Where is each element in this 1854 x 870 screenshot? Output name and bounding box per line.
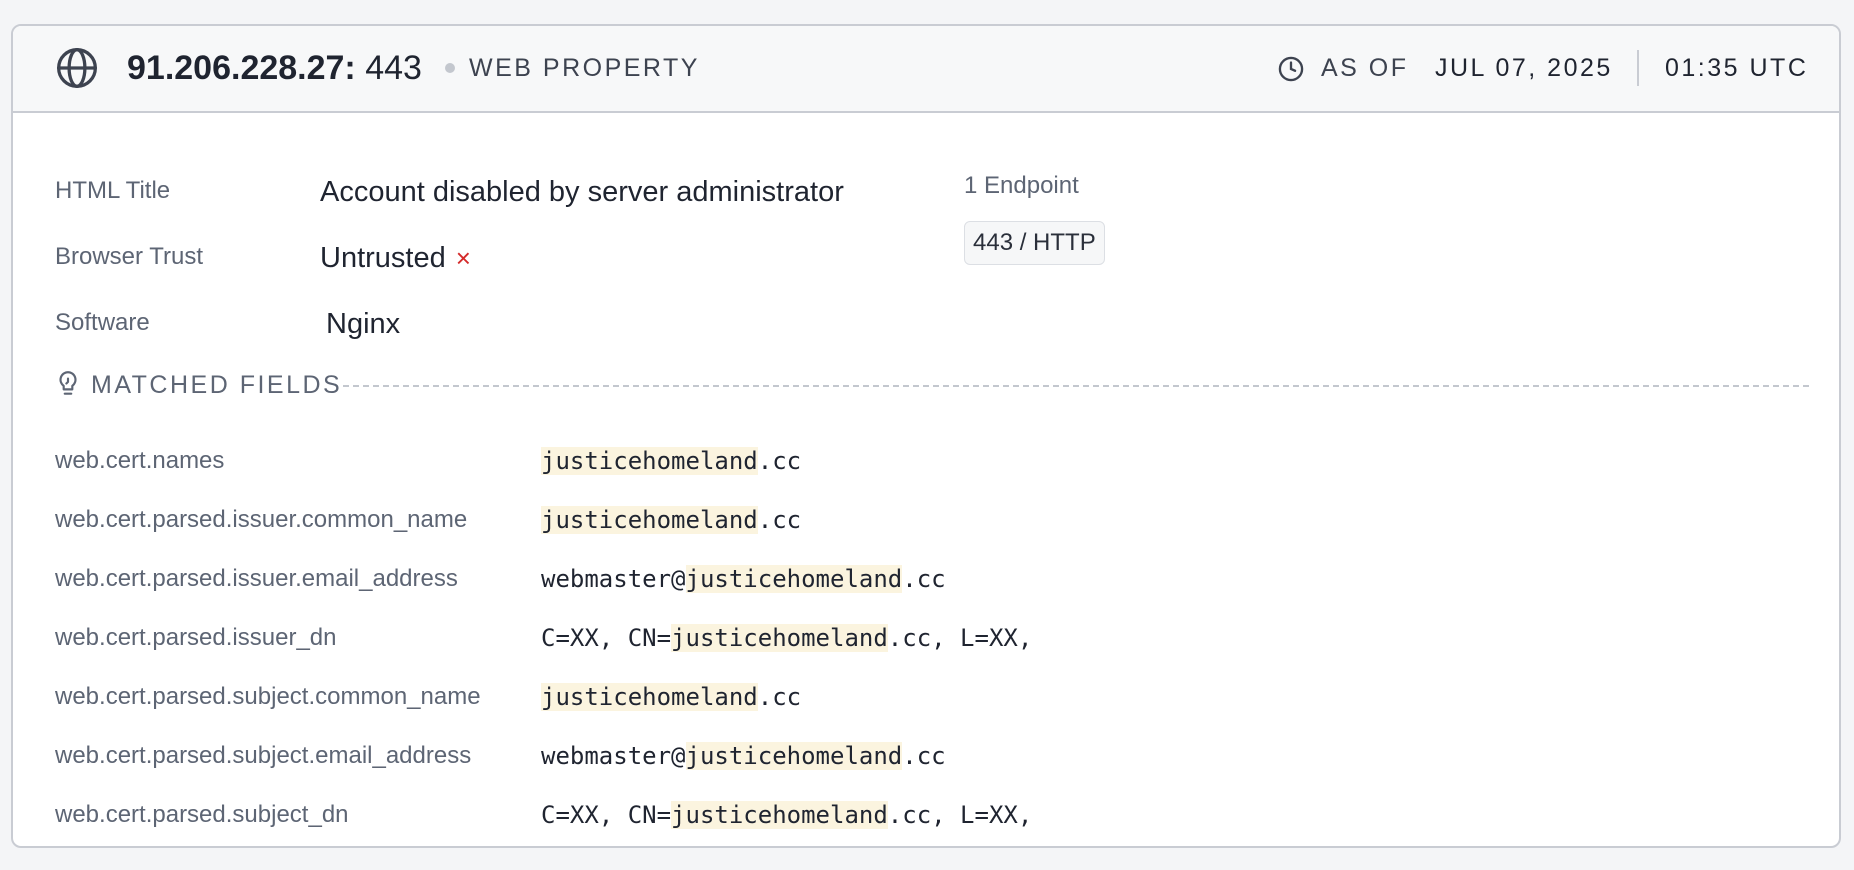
field-value-suffix: .cc	[757, 683, 802, 711]
field-value[interactable]: webmaster@justicehomeland.cc	[541, 741, 946, 771]
field-value[interactable]: justicehomeland.cc	[541, 682, 801, 712]
field-value-suffix: .cc, L=XX,	[887, 801, 1033, 829]
field-key: web.cert.names	[55, 447, 225, 474]
field-value-prefix: webmaster@	[541, 742, 686, 770]
untrusted-x-icon: ×	[455, 243, 471, 273]
field-value[interactable]: justicehomeland.cc	[541, 505, 801, 535]
field-value-highlight: justicehomeland	[541, 683, 758, 711]
field-value-highlight: justicehomeland	[671, 801, 888, 829]
field-value[interactable]: C=XX, CN=justicehomeland.cc, L=XX,	[541, 623, 1032, 653]
field-key: web.cert.parsed.subject.email_address	[55, 742, 472, 769]
field-value[interactable]: webmaster@justicehomeland.cc	[541, 564, 946, 594]
field-value-highlight: justicehomeland	[541, 506, 758, 534]
field-key: web.cert.parsed.subject_dn	[55, 801, 349, 828]
matched-fields-title: MATCHED FIELDS	[91, 371, 343, 399]
endpoints-count: 1 Endpoint	[964, 172, 1079, 199]
field-value-prefix: C=XX, CN=	[541, 801, 672, 829]
host-address[interactable]: 91.206.228.27: 443	[127, 46, 422, 90]
card-header: 91.206.228.27: 443 WEB PROPERTY AS OF JU…	[13, 26, 1839, 113]
clock-icon	[1278, 56, 1304, 82]
software-value[interactable]: Nginx	[326, 306, 400, 342]
field-value[interactable]: C=XX, CN=justicehomeland.cc, L=XX,	[541, 800, 1032, 830]
field-value-prefix: webmaster@	[541, 565, 686, 593]
field-value-suffix: .cc	[902, 565, 946, 593]
snapshot-time: 01:35 UTC	[1665, 54, 1809, 82]
field-value-highlight: justicehomeland	[541, 447, 758, 475]
field-value-suffix: .cc	[902, 742, 946, 770]
snapshot-date[interactable]: JUL 07, 2025	[1435, 52, 1613, 84]
browser-trust-text: Untrusted	[320, 242, 446, 274]
field-value-highlight: justicehomeland	[671, 624, 888, 652]
matched-fields-divider	[343, 385, 1809, 387]
endpoint-badge[interactable]: 443 / HTTP	[964, 221, 1105, 265]
header-divider	[1637, 50, 1639, 86]
property-type: WEB PROPERTY	[469, 54, 700, 82]
browser-trust-value: Untrusted ×	[320, 240, 471, 276]
field-key: web.cert.parsed.issuer.email_address	[55, 565, 458, 592]
field-value[interactable]: justicehomeland.cc	[541, 446, 801, 476]
separator-dot	[445, 63, 455, 73]
software-label: Software	[55, 309, 150, 336]
field-value-suffix: .cc	[757, 506, 802, 534]
html-title-label: HTML Title	[55, 177, 171, 204]
browser-trust-label: Browser Trust	[55, 243, 204, 270]
field-key: web.cert.parsed.subject.common_name	[55, 683, 481, 710]
field-key: web.cert.parsed.issuer.common_name	[55, 506, 468, 533]
field-value-prefix: C=XX, CN=	[541, 624, 672, 652]
field-value-highlight: justicehomeland	[685, 565, 903, 593]
html-title-value: Account disabled by server administrator	[320, 176, 844, 208]
host-card: 91.206.228.27: 443 WEB PROPERTY AS OF JU…	[11, 24, 1841, 848]
lightbulb-icon	[59, 371, 77, 395]
field-value-highlight: justicehomeland	[685, 742, 903, 770]
ip-address: 91.206.228.27:	[127, 49, 356, 87]
field-value-suffix: .cc, L=XX,	[887, 624, 1033, 652]
port-number: 443	[365, 49, 422, 87]
field-value-suffix: .cc	[757, 447, 802, 475]
globe-icon	[57, 48, 97, 88]
field-key: web.cert.parsed.issuer_dn	[55, 624, 337, 651]
as-of-label: AS OF	[1321, 54, 1409, 82]
